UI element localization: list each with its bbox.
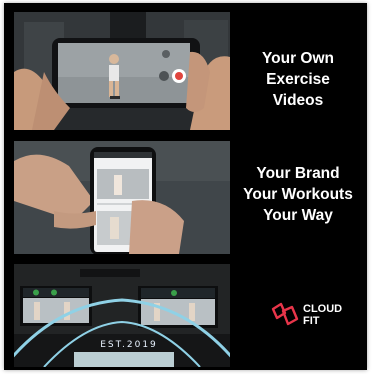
tagline-line: Your Own [261,50,335,67]
tagline-exercise-videos: Your Own Exercise Videos [234,48,362,111]
cloudfit-logo: CLOUD FIT [270,301,350,329]
cloudfit-logo-icon [271,302,299,326]
photo-gym-screens: EST.2019 [14,264,230,367]
promo-banner: EST.2019 Your Own Exercise Videos Your B… [4,3,367,370]
brand-line-1: CLOUD [303,303,343,315]
gym-scene [14,264,230,367]
photo-workout-app [14,141,230,254]
tagline-line: Videos [272,92,324,109]
tagline-line: Your Workouts [243,186,353,203]
recording-scene [14,12,230,130]
brand-name: CLOUD FIT [303,303,342,327]
tagline-brand-workouts: Your Brand Your Workouts Your Way [234,163,362,226]
brand-line-2: FIT [303,315,320,327]
gym-wall-text: EST.2019 [100,340,158,350]
tagline-line: Exercise [266,71,330,88]
tagline-line: Your Brand [256,165,340,182]
app-scene [14,141,230,254]
tagline-line: Your Way [263,207,333,224]
record-icon [175,72,183,80]
photo-recording-exercise-video [14,12,230,130]
